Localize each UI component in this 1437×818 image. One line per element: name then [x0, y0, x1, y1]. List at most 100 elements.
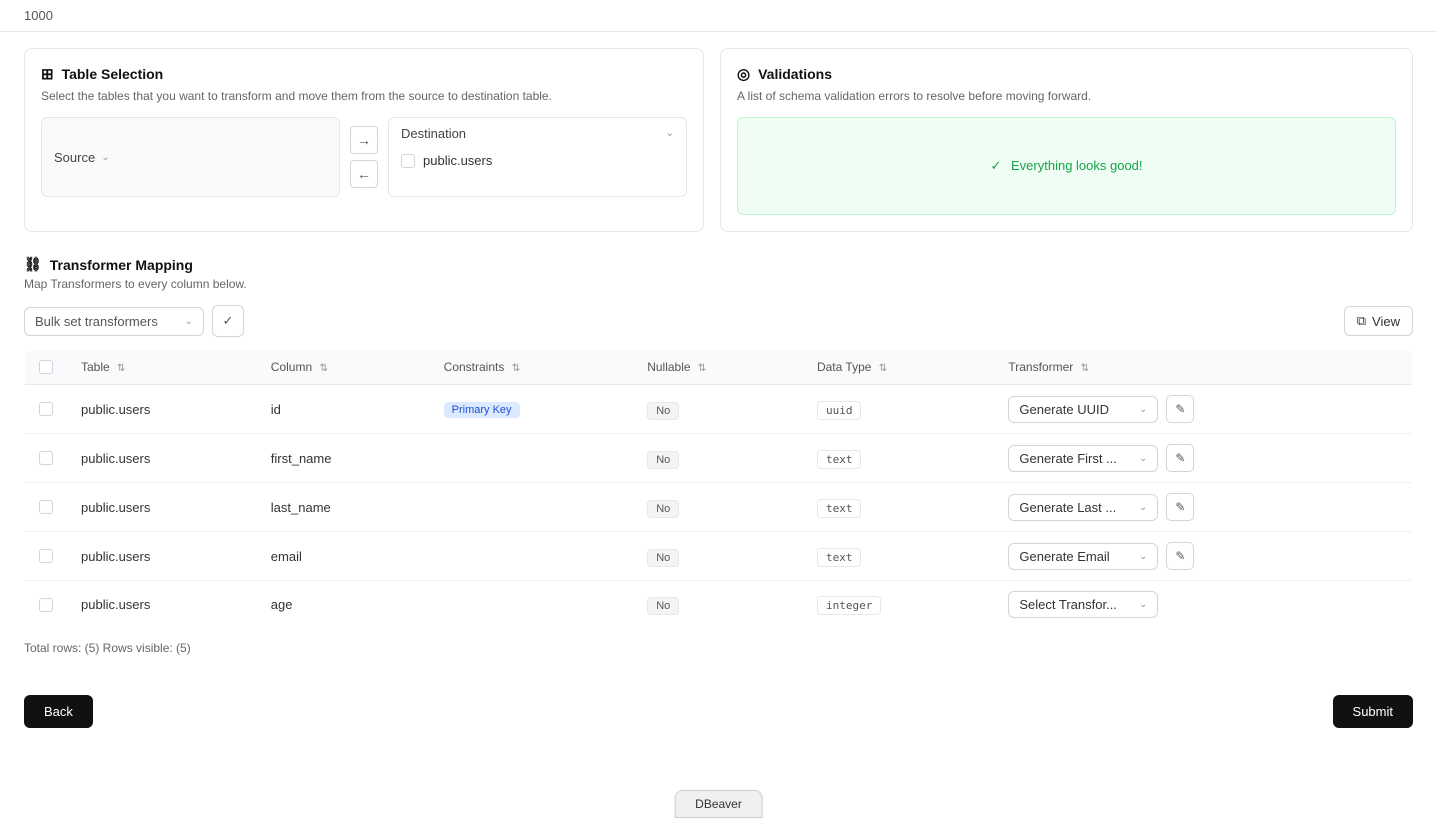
- view-label: View: [1372, 314, 1400, 329]
- th-nullable[interactable]: Nullable ⇅: [633, 350, 803, 385]
- destination-item: public.users: [401, 149, 674, 172]
- th-transformer-sort-icon: ⇅: [1081, 363, 1089, 374]
- validations-panel: ◎ Validations A list of schema validatio…: [720, 48, 1413, 232]
- validation-success-message: Everything looks good!: [1011, 158, 1143, 173]
- transformer-select[interactable]: Generate First ... ⌄: [1008, 445, 1158, 472]
- source-label: Source: [54, 150, 95, 165]
- transformer-cell: Generate Email ⌄ ✎: [1008, 542, 1398, 570]
- table-selection-header: ⊞ Table Selection: [41, 65, 687, 83]
- transformer-chevron-icon: ⌄: [1139, 502, 1147, 513]
- arrow-left-btn[interactable]: ←: [350, 160, 378, 188]
- cell-nullable: No: [633, 532, 803, 581]
- cell-constraints: Primary Key: [430, 385, 634, 434]
- transformer-cell: Generate First ... ⌄ ✎: [1008, 444, 1398, 472]
- validation-success-box: ✓ Everything looks good!: [737, 117, 1396, 215]
- destination-box: Destination ⌄ public.users: [388, 117, 687, 197]
- source-chevron-icon: ⌄: [101, 152, 109, 163]
- transformer-chevron-icon: ⌄: [1139, 453, 1147, 464]
- cell-column: age: [257, 581, 430, 629]
- cell-transformer: Generate Email ⌄ ✎: [994, 532, 1412, 581]
- cell-table-name: public.users: [67, 434, 257, 483]
- cell-table-name: public.users: [67, 581, 257, 629]
- cell-transformer: Select Transfor...⌄: [994, 581, 1412, 629]
- cell-datatype: text: [803, 483, 994, 532]
- source-box[interactable]: Source ⌄: [41, 117, 340, 197]
- table-row: public.usersidPrimary KeyNouuidGenerate …: [25, 385, 1413, 434]
- th-constraints-sort-icon: ⇅: [512, 363, 520, 374]
- bulk-confirm-btn[interactable]: ✓: [212, 305, 244, 337]
- main-content: ⊞ Table Selection Select the tables that…: [0, 32, 1437, 671]
- edit-transformer-btn[interactable]: ✎: [1166, 444, 1194, 472]
- destination-item-label: public.users: [423, 153, 492, 168]
- top-bar: 1000: [0, 0, 1437, 32]
- row-checkbox[interactable]: [39, 451, 53, 465]
- transformer-chevron-icon: ⌄: [1139, 404, 1147, 415]
- footer-actions: Back Submit: [0, 679, 1437, 744]
- dbeaver-taskbar: DBeaver: [674, 790, 763, 818]
- cell-constraints: [430, 434, 634, 483]
- cell-table-name: public.users: [67, 385, 257, 434]
- source-box-inner: Source ⌄: [54, 150, 110, 165]
- transformer-chevron-icon: ⌄: [1139, 551, 1147, 562]
- th-column-sort-icon: ⇅: [319, 363, 327, 374]
- th-column[interactable]: Column ⇅: [257, 350, 430, 385]
- table-selection-panel: ⊞ Table Selection Select the tables that…: [24, 48, 704, 232]
- table-row: public.usersfirst_nameNotextGenerate Fir…: [25, 434, 1413, 483]
- submit-button[interactable]: Submit: [1333, 695, 1413, 728]
- toolbar-left: Bulk set transformers ⌄ ✓: [24, 305, 244, 337]
- transformer-cell: Select Transfor...⌄: [1008, 591, 1398, 618]
- transformer-select[interactable]: Generate Last ...⌄: [1008, 494, 1158, 521]
- validations-desc: A list of schema validation errors to re…: [737, 89, 1396, 103]
- back-button[interactable]: Back: [24, 695, 93, 728]
- transformer-select[interactable]: Select Transfor...⌄: [1008, 591, 1158, 618]
- arrow-right-btn[interactable]: →: [350, 126, 378, 154]
- edit-transformer-btn[interactable]: ✎: [1166, 493, 1194, 521]
- th-table-sort-icon: ⇅: [117, 363, 125, 374]
- cell-datatype: uuid: [803, 385, 994, 434]
- view-button[interactable]: ⧉ View: [1344, 306, 1413, 336]
- table-icon: ⊞: [41, 65, 54, 83]
- destination-header[interactable]: Destination ⌄: [401, 126, 674, 141]
- th-datatype[interactable]: Data Type ⇅: [803, 350, 994, 385]
- row-checkbox[interactable]: [39, 402, 53, 416]
- transformer-value: Generate First ...: [1019, 451, 1117, 466]
- select-all-checkbox[interactable]: [39, 360, 53, 374]
- row-checkbox[interactable]: [39, 598, 53, 612]
- th-nullable-label: Nullable: [647, 360, 690, 374]
- transformer-value: Generate Email: [1019, 549, 1109, 564]
- th-nullable-sort-icon: ⇅: [698, 363, 706, 374]
- cell-nullable: No: [633, 483, 803, 532]
- pencil-icon: ✎: [1175, 549, 1185, 563]
- transformer-mapping-desc: Map Transformers to every column below.: [24, 277, 1413, 291]
- cell-datatype: text: [803, 532, 994, 581]
- cell-transformer: Generate Last ...⌄ ✎: [994, 483, 1412, 532]
- pencil-icon: ✎: [1175, 451, 1185, 465]
- th-constraints[interactable]: Constraints ⇅: [430, 350, 634, 385]
- edit-transformer-btn[interactable]: ✎: [1166, 395, 1194, 423]
- row-checkbox[interactable]: [39, 549, 53, 563]
- cell-column: first_name: [257, 434, 430, 483]
- edit-transformer-btn[interactable]: ✎: [1166, 542, 1194, 570]
- th-constraints-label: Constraints: [444, 360, 505, 374]
- destination-item-checkbox[interactable]: [401, 154, 415, 168]
- transformer-mapping-icon: ⛓: [24, 256, 42, 273]
- th-table[interactable]: Table ⇅: [67, 350, 257, 385]
- transformer-value: Select Transfor...: [1019, 597, 1117, 612]
- cell-nullable: No: [633, 385, 803, 434]
- validations-header: ◎ Validations: [737, 65, 1396, 83]
- table-selection-desc: Select the tables that you want to trans…: [41, 89, 687, 103]
- transformer-select[interactable]: Generate Email ⌄: [1008, 543, 1158, 570]
- table-row: public.userslast_nameNotextGenerate Last…: [25, 483, 1413, 532]
- transformer-mapping-title: Transformer Mapping: [50, 257, 193, 273]
- transformer-select[interactable]: Generate UUID⌄: [1008, 396, 1158, 423]
- th-transformer[interactable]: Transformer ⇅: [994, 350, 1412, 385]
- transformer-cell: Generate Last ...⌄ ✎: [1008, 493, 1398, 521]
- total-rows: Total rows: (5) Rows visible: (5): [24, 641, 1413, 655]
- row-checkbox[interactable]: [39, 500, 53, 514]
- check-success-icon: ✓: [990, 158, 1001, 173]
- bulk-set-transformers[interactable]: Bulk set transformers ⌄: [24, 307, 204, 336]
- cell-transformer: Generate UUID⌄ ✎: [994, 385, 1412, 434]
- table-head: Table ⇅ Column ⇅ Constraints ⇅ Nullabl: [25, 350, 1413, 385]
- transformer-mapping-header: ⛓ Transformer Mapping: [24, 256, 1413, 273]
- cell-datatype: integer: [803, 581, 994, 629]
